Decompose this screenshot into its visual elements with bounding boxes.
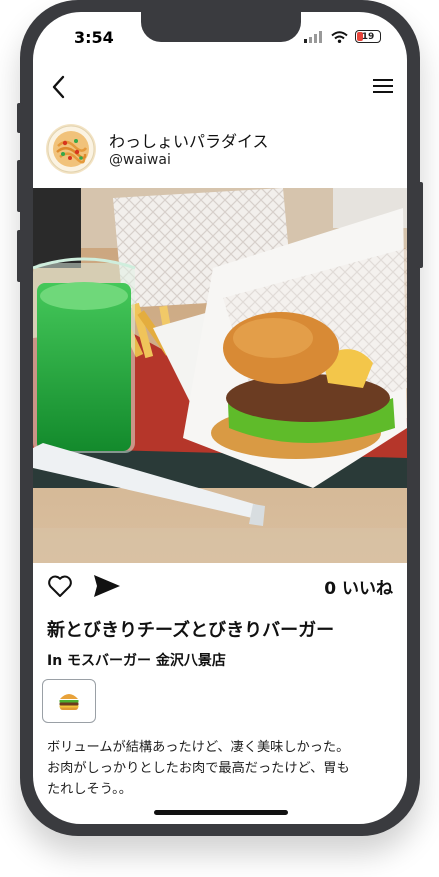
post-author[interactable]: わっしょいパラダイス @waiwai — [33, 124, 407, 178]
post-description: ボリュームが結構あったけど、凄く美味しかった。 お肉がしっかりとしたお肉で最高だ… — [47, 737, 392, 800]
description-line: ボリュームが結構あったけど、凄く美味しかった。 — [47, 740, 350, 755]
post-actions: 0 いいね — [33, 572, 407, 602]
mute-switch — [17, 103, 23, 133]
battery-icon: 19 — [355, 30, 381, 43]
description-line: お肉がしっかりとしたお肉で最高だったけど、胃も — [47, 761, 350, 776]
spaghetti-icon[interactable] — [46, 124, 96, 174]
description-line: たれしそう。。 — [47, 782, 132, 797]
status-time: 3:54 — [74, 28, 114, 47]
volume-up-button — [17, 160, 23, 212]
heart-icon[interactable] — [47, 574, 73, 598]
like-count: 0 いいね — [324, 579, 393, 599]
power-button — [417, 182, 423, 268]
melon-soda — [33, 257, 136, 453]
cellular-signal-icon — [304, 30, 322, 43]
wifi-icon — [331, 30, 348, 43]
notch — [141, 12, 301, 42]
send-icon[interactable] — [93, 574, 121, 598]
nav-bar — [33, 70, 407, 106]
home-indicator[interactable] — [154, 810, 288, 815]
emoji-tag[interactable] — [42, 679, 96, 723]
chevron-left-icon[interactable] — [49, 74, 69, 100]
status-icons: 19 — [304, 30, 381, 43]
post-location[interactable]: In モスバーガー 金沢八景店 — [47, 650, 226, 670]
hamburger-icon — [59, 694, 79, 710]
app-screen: 3:54 19 わっしょいパラダイス @waiwai 0 いいね 新とびきりチー… — [33, 12, 407, 824]
user-handle[interactable]: @waiwai — [109, 152, 171, 168]
post-photo[interactable] — [33, 188, 407, 563]
username[interactable]: わっしょいパラダイス — [109, 128, 269, 152]
hamburger-menu-icon[interactable] — [373, 78, 393, 94]
battery-percent: 19 — [361, 31, 375, 42]
post-title: 新とびきりチーズとびきりバーガー — [47, 620, 335, 641]
volume-down-button — [17, 230, 23, 282]
